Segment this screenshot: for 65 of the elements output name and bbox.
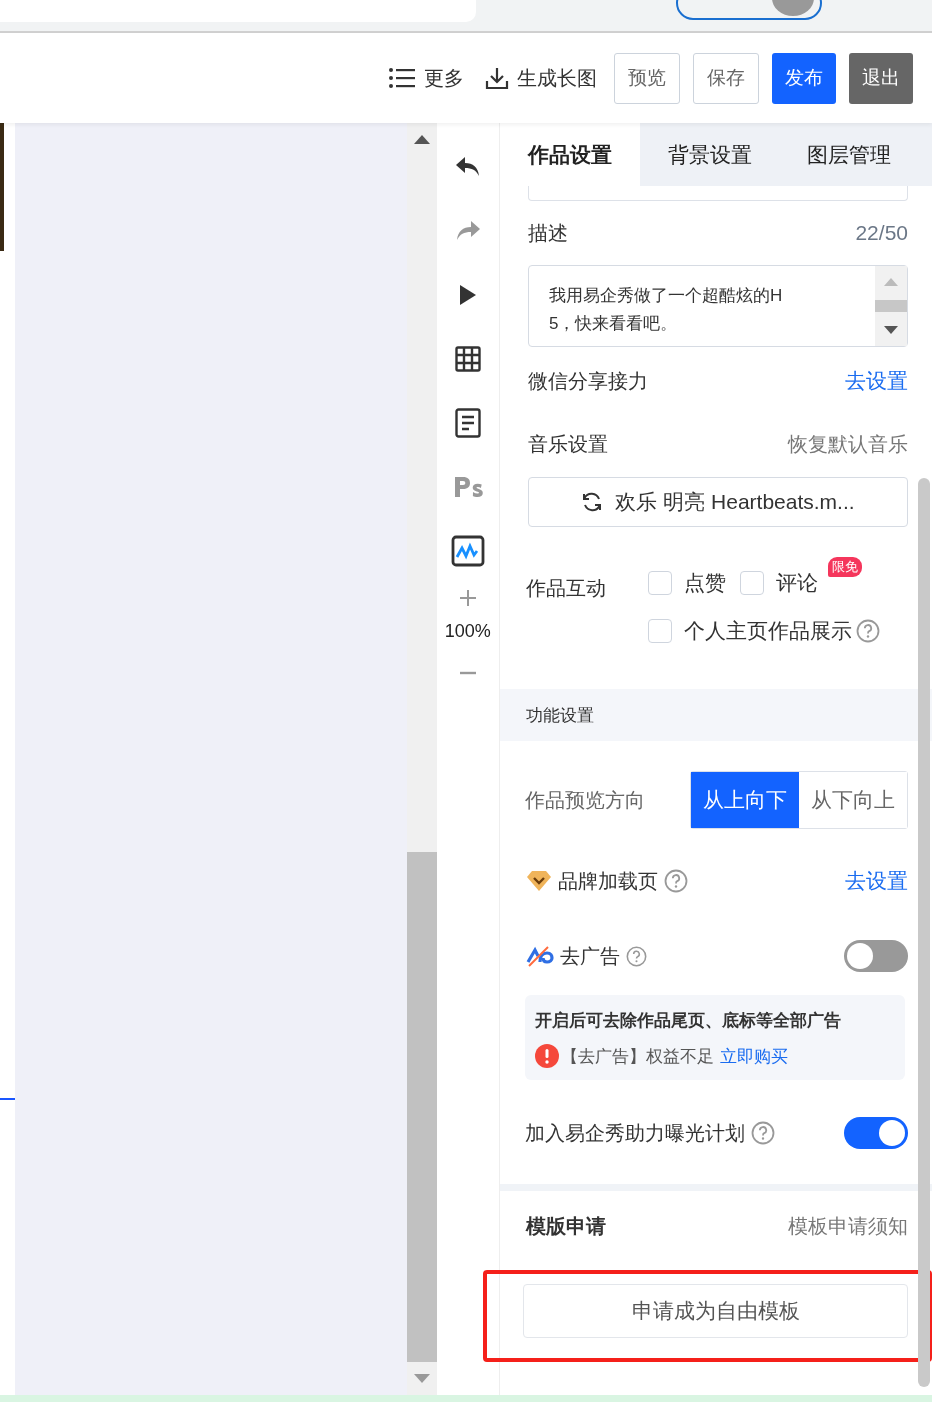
apply-template-button[interactable]: 申请成为自由模板 [523, 1284, 908, 1338]
segment-option[interactable]: 从上向下 [691, 772, 799, 828]
undo-icon [454, 156, 481, 178]
zoom-level: 100% [444, 621, 491, 642]
scrollbar[interactable] [406, 123, 437, 1395]
help-icon[interactable] [664, 869, 688, 893]
music-track-button[interactable]: 欢乐 明亮 Heartbeats.m... [528, 477, 908, 527]
no-ad-icon [526, 945, 554, 967]
buy-now-link[interactable]: 立即购买 [720, 1044, 788, 1068]
settings-link[interactable]: 去设置 [845, 367, 908, 395]
description-field[interactable]: 我用易企秀做了一个超酷炫的H5，快来看看吧。 [528, 265, 908, 347]
tab[interactable]: 作品设置 [500, 123, 640, 186]
template-rules-link[interactable]: 模板申请须知 [788, 1212, 908, 1240]
warning-icon [535, 1044, 559, 1068]
reset-music-link[interactable]: 恢复默认音乐 [788, 430, 908, 458]
description-text: 我用易企秀做了一个超酷炫的H5，快来看看吧。 [548, 285, 784, 335]
plus-icon [458, 589, 477, 607]
settings-link[interactable]: 去设置 [845, 867, 908, 895]
setting-label: 加入易企秀助力曝光计划 [525, 1120, 745, 1146]
download-button[interactable]: 生成长图 [481, 64, 601, 92]
help-icon[interactable] [626, 945, 647, 967]
diamond-icon [526, 870, 552, 892]
checkbox[interactable] [740, 571, 764, 595]
checkbox-label: 个人主页作品展示 [684, 618, 852, 644]
refresh-icon [581, 492, 604, 512]
scrollbar[interactable] [918, 478, 930, 1387]
character-counter: 22/50 [855, 221, 908, 245]
ps-icon [452, 475, 483, 499]
toggle-switch[interactable] [844, 940, 908, 972]
help-icon[interactable] [856, 619, 880, 643]
scroll-thumb[interactable] [875, 300, 907, 312]
document-icon [454, 408, 481, 438]
notice-title: 开启后可去除作品尾页、底标等全部广告 [535, 1010, 842, 1032]
checkbox[interactable] [648, 619, 672, 643]
menu-icon [388, 67, 416, 89]
checkbox-label: 评论 [776, 570, 818, 596]
setting-label: 品牌加载页 [558, 868, 658, 894]
setting-label: 音乐设置 [528, 431, 608, 457]
scroll-up-arrow-icon[interactable] [413, 135, 430, 144]
play-icon [458, 284, 477, 306]
setting-label: 微信分享接力 [528, 368, 648, 394]
checkbox[interactable] [648, 571, 672, 595]
toolbar-button[interactable]: 保存 [693, 52, 759, 104]
free-badge: 限免 [828, 557, 862, 577]
chart-icon [450, 535, 485, 567]
checkbox-label: 点赞 [684, 570, 726, 596]
redo-icon [454, 220, 481, 242]
section-title: 模版申请 [526, 1213, 606, 1239]
toolbar-button[interactable]: 预览 [614, 52, 680, 104]
input-field[interactable] [528, 186, 908, 201]
setting-label: 作品预览方向 [525, 787, 645, 813]
more-button[interactable]: 更多 [384, 64, 468, 92]
section-title: 功能设置 [526, 704, 594, 727]
scroll-down-arrow-icon[interactable] [884, 326, 898, 334]
publish-button[interactable]: 发布 [772, 52, 836, 104]
grid-icon [454, 346, 481, 372]
warning-text: 【去广告】权益不足 [561, 1045, 714, 1068]
toggle-switch[interactable] [844, 1117, 908, 1149]
minus-icon [458, 671, 477, 675]
help-icon[interactable] [751, 1121, 775, 1145]
download-icon [485, 66, 509, 90]
setting-label: 去广告 [560, 943, 620, 969]
setting-label: 作品互动 [526, 576, 607, 601]
exit-button[interactable]: 退出 [849, 52, 913, 104]
field-label: 描述 [528, 220, 568, 246]
